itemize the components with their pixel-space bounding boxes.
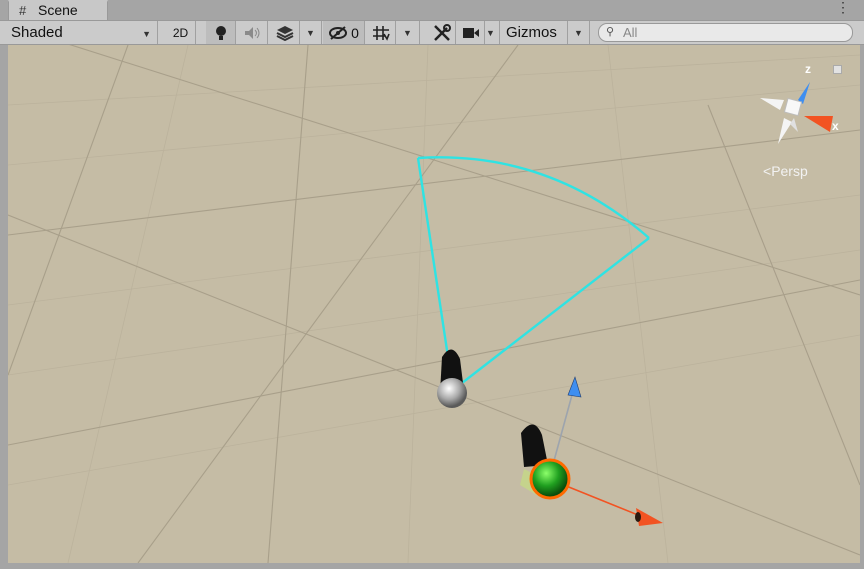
- tools-button[interactable]: [428, 21, 456, 44]
- chevron-down-icon: ▼: [574, 27, 583, 38]
- gizmos-button[interactable]: Gizmos: [503, 21, 568, 44]
- grid-hash-icon: #: [19, 3, 27, 18]
- scene-viewport[interactable]: z x <Persp: [8, 45, 860, 563]
- lighting-toggle-button[interactable]: [206, 21, 236, 44]
- hidden-eye-icon: [329, 25, 348, 40]
- scene-toolbar: Shaded ▼ 2D ▼ 0 ▼ ▼ Gizmos ▼ ⚲ All: [0, 21, 864, 45]
- speaker-icon: [244, 26, 259, 39]
- tab-scene[interactable]: # Scene: [8, 0, 108, 20]
- camera-icon: [462, 27, 479, 38]
- axis-x-cone[interactable]: [804, 116, 833, 132]
- axis-y-cone[interactable]: [790, 118, 798, 132]
- draw-mode-label: Shaded: [11, 24, 63, 41]
- grid-dropdown[interactable]: ▼: [396, 21, 420, 44]
- projection-toggle[interactable]: <Persp: [763, 163, 808, 179]
- axis-z-label: z: [805, 62, 811, 76]
- scene-grid: [8, 45, 860, 563]
- tools-icon: [433, 23, 451, 41]
- white-sphere-object[interactable]: [437, 378, 467, 408]
- search-placeholder: All: [623, 25, 638, 40]
- search-input[interactable]: ⚲ All: [598, 23, 853, 42]
- effects-dropdown[interactable]: ▼: [300, 21, 322, 44]
- orientation-gizmo[interactable]: z x: [750, 60, 850, 150]
- gizmos-dropdown[interactable]: ▼: [568, 21, 590, 44]
- tab-scene-label: Scene: [38, 2, 78, 18]
- lock-icon[interactable]: [833, 65, 842, 74]
- kebab-menu-icon[interactable]: ⋮: [836, 0, 850, 14]
- move-arrow-z[interactable]: [567, 376, 582, 398]
- chevron-down-icon: ▼: [306, 27, 315, 38]
- axis-x-label: x: [832, 119, 839, 133]
- grid-snap-icon: [372, 25, 390, 41]
- left-panel-edge: [0, 45, 8, 569]
- draw-mode-dropdown[interactable]: Shaded ▼: [0, 21, 158, 44]
- scene-grid-minor: [8, 45, 860, 563]
- green-sphere-object[interactable]: [529, 458, 571, 500]
- lightbulb-icon: [215, 25, 226, 40]
- 2d-toggle-button[interactable]: 2D: [166, 21, 196, 44]
- hidden-count: 0: [351, 24, 359, 41]
- tab-bar: # Scene ⋮: [0, 0, 864, 21]
- camera-dropdown[interactable]: ▼: [482, 21, 500, 44]
- scene-visibility-toggle[interactable]: 0: [323, 21, 365, 44]
- chevron-down-icon: ▼: [403, 27, 412, 38]
- chevron-down-icon: ▼: [142, 29, 151, 39]
- axis-neg-x-cone[interactable]: [760, 98, 784, 110]
- axis-z-cone[interactable]: [798, 82, 810, 104]
- grid-toggle-button[interactable]: [366, 21, 396, 44]
- scene-canvas[interactable]: [8, 45, 860, 563]
- chevron-down-icon: ▼: [486, 27, 495, 38]
- search-icon: ⚲: [606, 26, 615, 38]
- persp-chevron-icon: <: [763, 163, 772, 179]
- projection-label: Persp: [771, 163, 808, 179]
- effects-toggle-button[interactable]: [270, 21, 300, 44]
- bottom-panel-edge: [0, 563, 864, 569]
- axis-neg-z-cone[interactable]: [778, 118, 792, 144]
- gizmo-center-cube[interactable]: [783, 97, 803, 117]
- layers-icon: [276, 25, 293, 41]
- camera-settings-button[interactable]: [457, 21, 485, 44]
- audio-toggle-button[interactable]: [238, 21, 268, 44]
- right-panel-edge: [860, 45, 864, 569]
